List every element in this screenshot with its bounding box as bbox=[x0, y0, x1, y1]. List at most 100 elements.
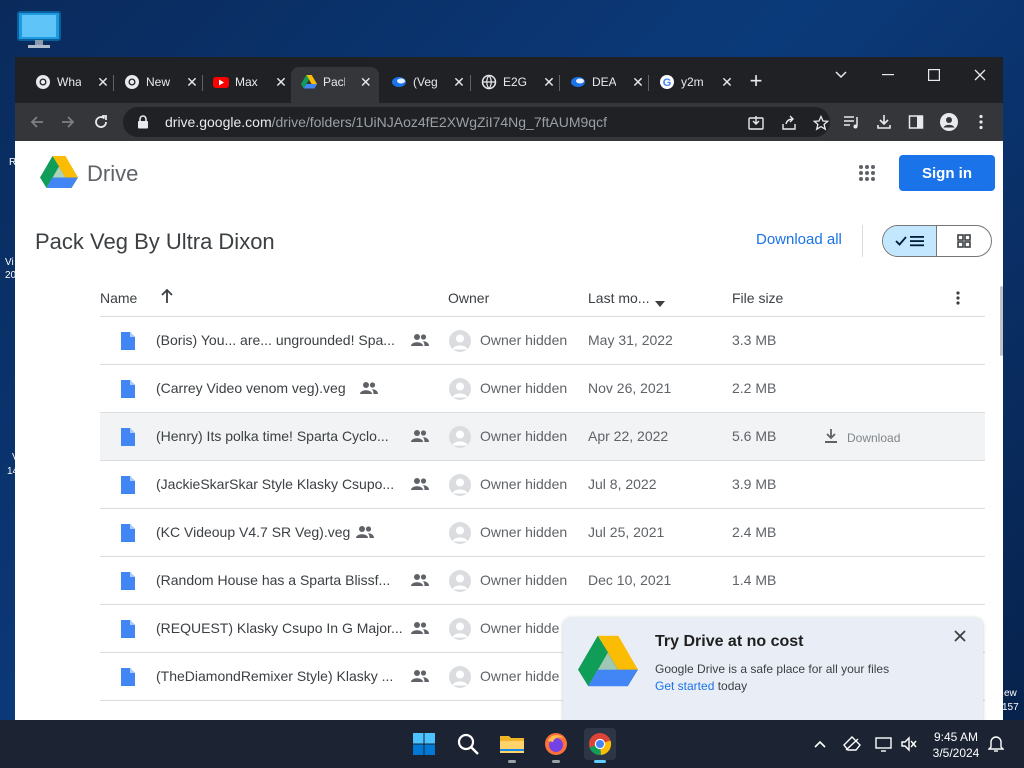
close-tab-icon[interactable]: ✕ bbox=[630, 74, 646, 90]
bookmark-star-icon[interactable] bbox=[812, 114, 830, 132]
lock-icon[interactable] bbox=[135, 114, 151, 130]
list-view-button[interactable] bbox=[883, 226, 938, 256]
close-tab-icon[interactable]: ✕ bbox=[273, 74, 289, 90]
more-menu-icon[interactable] bbox=[972, 113, 990, 131]
scrollbar-thumb[interactable] bbox=[1000, 286, 1003, 356]
start-button[interactable] bbox=[408, 728, 440, 760]
browser-tab[interactable]: Wha ✕ bbox=[25, 67, 117, 97]
row-download-button[interactable]: Download bbox=[823, 428, 900, 447]
download-all-button[interactable]: Download all bbox=[756, 231, 842, 248]
browser-tab[interactable]: G y2m ✕ bbox=[649, 67, 741, 97]
close-tab-icon[interactable]: ✕ bbox=[359, 74, 373, 90]
media-control-icon[interactable] bbox=[843, 113, 861, 131]
document-icon bbox=[121, 620, 135, 638]
sort-dropdown-icon[interactable] bbox=[655, 294, 665, 310]
grid-view-button[interactable] bbox=[937, 226, 991, 256]
owner-avatar bbox=[449, 666, 471, 688]
more-options-icon[interactable] bbox=[956, 291, 960, 308]
document-icon bbox=[121, 524, 135, 542]
side-panel-icon[interactable] bbox=[907, 113, 925, 131]
back-button[interactable] bbox=[25, 110, 49, 134]
this-pc-desktop-icon[interactable] bbox=[16, 10, 62, 50]
browser-tab[interactable]: DEA ✕ bbox=[560, 67, 652, 97]
browser-tab-active[interactable]: Pack ✕ bbox=[291, 67, 379, 103]
install-app-icon[interactable] bbox=[747, 114, 765, 132]
file-name[interactable]: (Henry) Its polka time! Sparta Cyclo... bbox=[156, 428, 389, 444]
file-row[interactable]: (Boris) You... are... ungrounded! Spa...… bbox=[100, 317, 985, 365]
google-drive-logo[interactable] bbox=[40, 155, 78, 189]
browser-tab[interactable]: E2G ✕ bbox=[471, 67, 563, 97]
column-header-last-modified[interactable]: Last mo... bbox=[588, 290, 649, 306]
shared-people-icon bbox=[360, 381, 378, 395]
profile-avatar-icon[interactable] bbox=[940, 113, 958, 131]
tab-title: Wha bbox=[57, 75, 81, 89]
owner-avatar bbox=[449, 618, 471, 640]
divider bbox=[862, 225, 863, 257]
maximize-button[interactable] bbox=[914, 61, 954, 89]
display-icon[interactable] bbox=[874, 734, 894, 754]
system-clock[interactable]: 9:45 AM 3/5/2024 bbox=[928, 729, 984, 761]
close-tab-icon[interactable]: ✕ bbox=[95, 74, 111, 90]
shared-people-icon bbox=[411, 429, 429, 443]
column-header-owner[interactable]: Owner bbox=[448, 290, 489, 306]
forward-button[interactable] bbox=[56, 110, 80, 134]
sort-ascending-icon[interactable] bbox=[160, 288, 174, 307]
close-tab-icon[interactable]: ✕ bbox=[719, 74, 735, 90]
file-owner: Owner hidde bbox=[480, 668, 560, 684]
file-size: 2.4 MB bbox=[732, 524, 777, 540]
file-owner: Owner hidden bbox=[480, 332, 568, 348]
new-tab-button[interactable]: + bbox=[746, 70, 766, 92]
file-name[interactable]: (JackieSkarSkar Style Klasky Csupo... bbox=[156, 476, 394, 492]
tab-search-button[interactable] bbox=[821, 61, 861, 89]
sign-in-button[interactable]: Sign in bbox=[899, 155, 995, 191]
file-explorer-icon[interactable] bbox=[496, 728, 528, 763]
owner-avatar bbox=[449, 570, 471, 592]
document-icon bbox=[121, 668, 135, 686]
file-name[interactable]: (Carrey Video venom veg).veg bbox=[156, 380, 346, 396]
notification-bell-icon[interactable] bbox=[986, 734, 1006, 754]
file-row[interactable]: (Random House has a Sparta Blissf... Owne… bbox=[100, 557, 985, 605]
tab-strip: Wha ✕ New ✕ Max ✕ Pack ✕ bbox=[15, 57, 1003, 103]
close-tab-icon[interactable]: ✕ bbox=[541, 74, 557, 90]
file-row[interactable]: (JackieSkarSkar Style Klasky Csupo... Own… bbox=[100, 461, 985, 509]
file-name[interactable]: (Random House has a Sparta Blissf... bbox=[156, 572, 390, 588]
file-row[interactable]: (Henry) Its polka time! Sparta Cyclo... O… bbox=[100, 413, 985, 461]
google-apps-icon[interactable] bbox=[858, 164, 876, 182]
network-icon[interactable] bbox=[842, 734, 862, 754]
column-header-name[interactable]: Name bbox=[100, 290, 137, 306]
get-started-link[interactable]: Get started bbox=[655, 679, 714, 693]
product-name[interactable]: Drive bbox=[87, 161, 138, 187]
file-name[interactable]: (KC Videoup V4.7 SR Veg).veg bbox=[156, 524, 350, 540]
shared-people-icon bbox=[411, 621, 429, 635]
file-name[interactable]: (Boris) You... are... ungrounded! Spa... bbox=[156, 332, 395, 348]
close-tab-icon[interactable]: ✕ bbox=[451, 74, 467, 90]
clock-date: 3/5/2024 bbox=[932, 746, 980, 760]
downloads-icon[interactable] bbox=[875, 113, 893, 131]
svg-text:G: G bbox=[663, 77, 672, 89]
close-window-button[interactable] bbox=[960, 61, 1000, 89]
browser-tab[interactable]: Max ✕ bbox=[203, 67, 295, 97]
promo-cta-suffix: today bbox=[714, 679, 748, 693]
share-icon[interactable] bbox=[780, 114, 798, 132]
chrome-taskbar-icon[interactable] bbox=[584, 728, 616, 763]
file-name[interactable]: (REQUEST) Klasky Csupo In G Major... bbox=[156, 620, 403, 636]
file-size: 1.4 MB bbox=[732, 572, 777, 588]
reload-button[interactable] bbox=[89, 110, 113, 134]
search-icon[interactable] bbox=[452, 728, 484, 760]
firefox-icon[interactable] bbox=[540, 728, 572, 763]
close-tab-icon[interactable]: ✕ bbox=[184, 74, 200, 90]
document-icon bbox=[121, 380, 135, 398]
browser-tab[interactable]: (Veg ✕ bbox=[381, 67, 473, 97]
browser-tab[interactable]: New ✕ bbox=[114, 67, 206, 97]
volume-muted-icon[interactable] bbox=[899, 734, 919, 754]
chevron-up-icon[interactable] bbox=[810, 734, 830, 754]
file-name[interactable]: (TheDiamondRemixer Style) Klasky ... bbox=[156, 668, 393, 684]
file-row[interactable]: (Carrey Video venom veg).veg Owner hidden… bbox=[100, 365, 985, 413]
address-bar[interactable]: drive.google.com/drive/folders/1UiNJAoz4… bbox=[123, 107, 830, 137]
close-icon[interactable] bbox=[953, 629, 967, 643]
file-row[interactable]: (KC Videoup V4.7 SR Veg).veg Owner hidden… bbox=[100, 509, 985, 557]
minimize-button[interactable] bbox=[868, 61, 908, 89]
desktop-label-fragment: ew bbox=[1004, 688, 1017, 699]
column-header-file-size[interactable]: File size bbox=[732, 290, 783, 306]
file-owner: Owner hidden bbox=[480, 476, 568, 492]
